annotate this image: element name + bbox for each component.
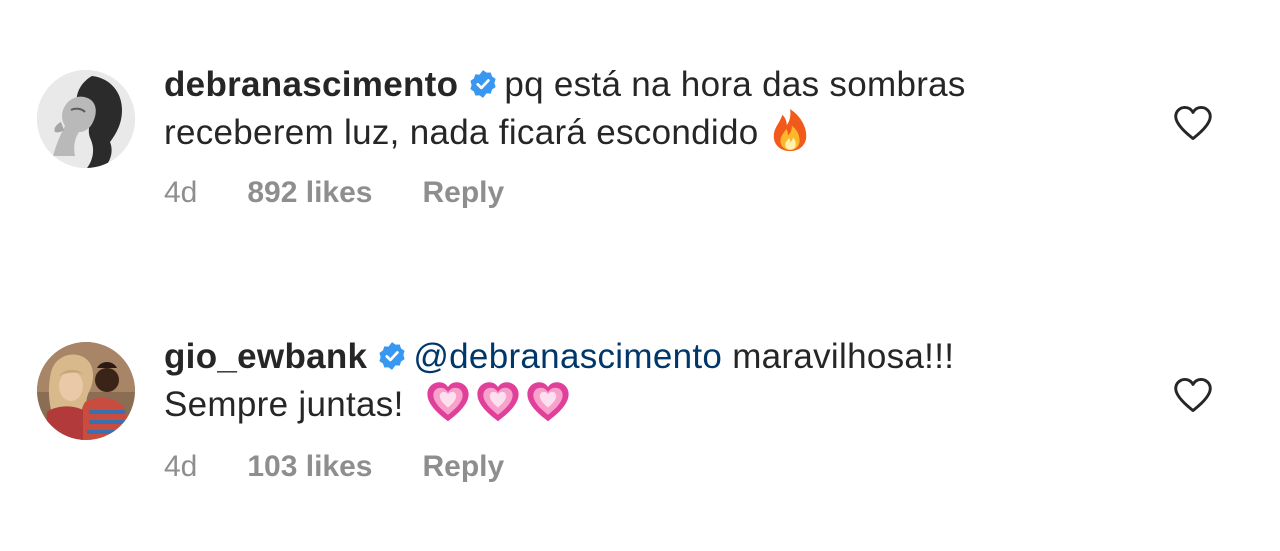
avatar[interactable]	[37, 342, 135, 440]
verified-badge-icon	[468, 69, 498, 99]
comment-username[interactable]: debranascimento	[164, 65, 458, 104]
reply-button[interactable]: Reply	[423, 176, 505, 210]
comment-body: gio_ewbank @debranascimento maravilhosa!!…	[164, 334, 1124, 428]
avatar[interactable]	[37, 70, 135, 168]
growing-heart-emoji-icon	[476, 380, 520, 424]
heart-outline-icon[interactable]	[1172, 104, 1214, 142]
growing-heart-emoji-icon	[426, 380, 470, 424]
heart-outline-icon[interactable]	[1172, 376, 1214, 414]
avatar-image	[37, 70, 135, 168]
comment-text-line1: pq está na hora das sombras	[504, 65, 966, 104]
growing-heart-emoji-icon	[526, 380, 570, 424]
reply-button[interactable]: Reply	[423, 450, 505, 484]
verified-badge-icon	[377, 341, 407, 371]
comment-text-line1: maravilhosa!!!	[732, 337, 955, 376]
comment-meta: 4d 892 likes Reply	[164, 176, 504, 210]
comment-timestamp: 4d	[164, 176, 198, 209]
comment-likes[interactable]: 103 likes	[247, 450, 372, 484]
comment-body: debranascimento pq está na hora das sombr…	[164, 62, 1124, 156]
comment-text-line2: Sempre juntas!	[164, 385, 404, 424]
comment-timestamp: 4d	[164, 450, 198, 483]
comment-likes[interactable]: 892 likes	[247, 176, 372, 210]
fire-emoji-icon	[770, 108, 810, 152]
comment-meta: 4d 103 likes Reply	[164, 450, 504, 484]
comment-text-line2: receberem luz, nada ficará escondido	[164, 113, 759, 152]
comment-username[interactable]: gio_ewbank	[164, 337, 367, 376]
avatar-image	[37, 342, 135, 440]
comment-mention[interactable]: @debranascimento	[413, 337, 722, 376]
